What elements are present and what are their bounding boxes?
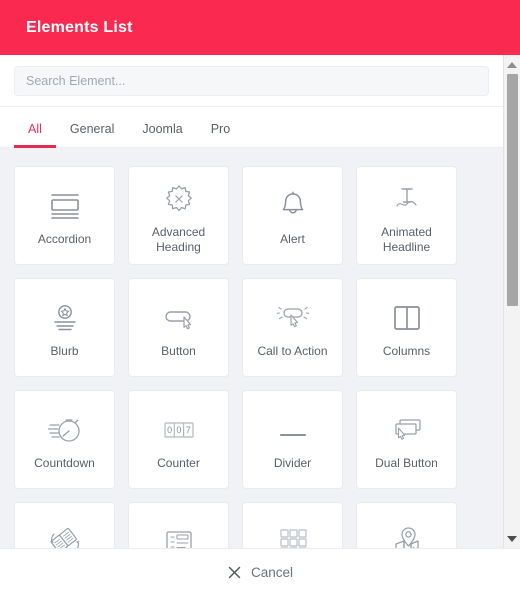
element-card-label: Counter — [157, 456, 200, 470]
elements-scroll-area[interactable]: Accordion Advanced Heading Alert Animate… — [0, 148, 503, 548]
scroll-down-arrow[interactable] — [504, 531, 520, 546]
accordion-icon — [48, 184, 82, 228]
counter-icon: 0 0 7 — [160, 408, 198, 452]
element-card-label: Advanced Heading — [151, 224, 206, 254]
cancel-button-label: Cancel — [250, 564, 294, 580]
element-card-label: Dual Button — [375, 456, 438, 470]
element-card-label: Accordion — [37, 232, 92, 246]
chevron-up-icon — [507, 61, 517, 68]
divider-icon — [275, 408, 311, 452]
chevron-down-icon — [507, 535, 517, 542]
elements-list-modal: Elements List All General Joomla Pro — [0, 0, 520, 595]
element-card-google-map[interactable]: Google Map — [356, 502, 457, 548]
element-card-label: Alert — [280, 232, 305, 246]
element-card-label: Divider — [273, 456, 312, 470]
element-card-advanced-heading[interactable]: Advanced Heading — [128, 166, 229, 265]
search-bar — [0, 55, 503, 106]
page-title: Elements List — [26, 18, 133, 36]
tab-all[interactable]: All — [14, 122, 56, 148]
element-card-flip-box[interactable]: Flip Box — [14, 502, 115, 548]
element-card-call-to-action[interactable]: Call to Action — [242, 278, 343, 377]
element-card-button[interactable]: Button — [128, 278, 229, 377]
element-card-columns[interactable]: Columns — [356, 278, 457, 377]
advanced-heading-icon — [163, 177, 195, 221]
call-to-action-icon — [274, 296, 312, 340]
scroll-thumb[interactable] — [507, 74, 518, 306]
countdown-stopwatch-icon — [47, 408, 83, 452]
svg-text:0: 0 — [167, 425, 172, 435]
animated-headline-icon — [390, 177, 424, 221]
element-card-label: Button — [161, 344, 196, 358]
search-input[interactable] — [14, 66, 489, 96]
elements-grid: Accordion Advanced Heading Alert Animate… — [0, 166, 503, 548]
element-card-label: Animated Headline — [381, 224, 432, 254]
tab-general[interactable]: General — [56, 122, 128, 147]
element-card-label: Countdown — [34, 456, 95, 470]
element-card-blurb[interactable]: Blurb — [14, 278, 115, 377]
flip-box-icon — [47, 520, 83, 548]
columns-icon — [391, 296, 423, 340]
vertical-scrollbar[interactable] — [503, 55, 520, 548]
element-card-label: Columns — [382, 344, 431, 358]
tab-pro[interactable]: Pro — [197, 122, 244, 147]
form-icon — [162, 520, 196, 548]
element-card-divider[interactable]: Divider — [242, 390, 343, 489]
element-card-label: Call to Action — [257, 344, 328, 358]
close-x-icon — [227, 565, 242, 580]
blurb-icon — [49, 296, 81, 340]
google-map-pin-icon — [389, 520, 425, 548]
svg-text:0: 0 — [176, 425, 181, 435]
svg-text:7: 7 — [185, 425, 190, 435]
element-card-accordion[interactable]: Accordion — [14, 166, 115, 265]
cancel-button[interactable]: Cancel — [219, 561, 301, 584]
button-icon — [160, 296, 198, 340]
gallery-grid-icon — [277, 520, 309, 548]
element-card-gallery[interactable]: Gallery — [242, 502, 343, 548]
element-card-counter[interactable]: 0 0 7 Counter — [128, 390, 229, 489]
modal-footer: Cancel — [0, 548, 520, 595]
element-card-dual-button[interactable]: Dual Button — [356, 390, 457, 489]
alert-bell-icon — [278, 184, 308, 228]
element-card-alert[interactable]: Alert — [242, 166, 343, 265]
dual-button-icon — [388, 408, 426, 452]
element-card-countdown[interactable]: Countdown — [14, 390, 115, 489]
scroll-up-arrow[interactable] — [504, 57, 520, 72]
modal-content: All General Joomla Pro — [0, 55, 503, 548]
modal-body: All General Joomla Pro — [0, 55, 520, 548]
element-card-animated-headline[interactable]: Animated Headline — [356, 166, 457, 265]
category-tabs: All General Joomla Pro — [0, 106, 503, 148]
element-card-label: Blurb — [50, 344, 79, 358]
modal-header: Elements List — [0, 0, 520, 55]
tab-joomla[interactable]: Joomla — [128, 122, 196, 147]
element-card-form[interactable]: Form — [128, 502, 229, 548]
